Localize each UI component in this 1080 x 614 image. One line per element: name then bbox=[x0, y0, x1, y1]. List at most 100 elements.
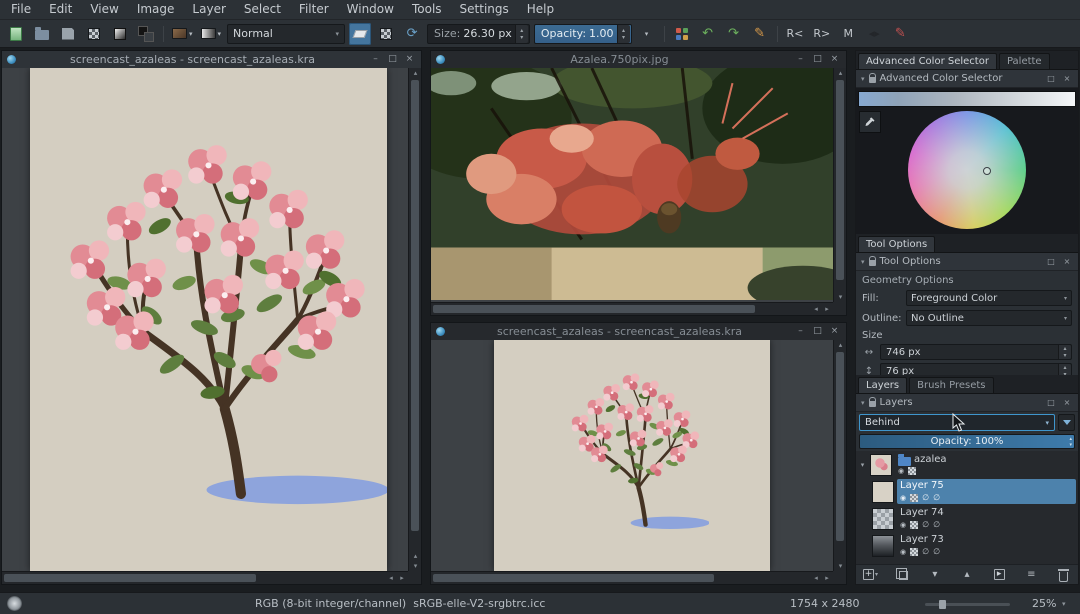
scroll-up-icon[interactable]: ▴ bbox=[834, 68, 846, 78]
brush-size-field[interactable]: Size: 26.30 px ▴▾ bbox=[427, 24, 530, 44]
undo-button[interactable]: ↶ bbox=[697, 23, 719, 45]
layer-blending-mode-combo[interactable]: Behind ▾ bbox=[859, 414, 1055, 431]
color-wheel-selector[interactable] bbox=[983, 167, 991, 175]
menu-select[interactable]: Select bbox=[235, 0, 290, 19]
menu-edit[interactable]: Edit bbox=[40, 0, 81, 19]
alpha-lock-icon[interactable] bbox=[910, 494, 918, 502]
tool-options-header[interactable]: ▾ Tool Options □ × bbox=[856, 253, 1078, 271]
brush-preset-chooser-button[interactable]: ▾ bbox=[170, 23, 195, 45]
scroll-down-icon[interactable]: ▾ bbox=[409, 561, 421, 571]
alpha-lock-icon[interactable] bbox=[910, 548, 918, 556]
window-restore-button[interactable]: □ bbox=[811, 323, 824, 340]
rotate-canvas-left-button[interactable]: R< bbox=[784, 23, 807, 45]
menu-view[interactable]: View bbox=[81, 0, 127, 19]
add-layer-button[interactable]: +▾ bbox=[863, 569, 878, 580]
zoom-caret-icon[interactable]: ▾ bbox=[1062, 600, 1066, 608]
scrollbar-thumb[interactable] bbox=[433, 574, 714, 582]
color-wheel[interactable] bbox=[908, 111, 1026, 229]
window-restore-button[interactable]: □ bbox=[811, 51, 824, 68]
move-layer-down-button[interactable]: ▾ bbox=[927, 569, 942, 580]
eraser-mode-button[interactable] bbox=[349, 23, 371, 45]
fill-combo[interactable]: Foreground Color ▾ bbox=[906, 290, 1072, 306]
layer-filter-button[interactable] bbox=[1058, 414, 1075, 431]
scrollbar-thumb[interactable] bbox=[433, 305, 755, 313]
height-stepper[interactable]: ▴▾ bbox=[1058, 364, 1071, 375]
brush-size-stepper[interactable]: ▴▾ bbox=[515, 25, 528, 43]
paintbrush-icon-button[interactable]: ✎ bbox=[749, 23, 771, 45]
alpha-inherit-icon[interactable]: ∅ bbox=[922, 548, 929, 556]
height-spinbox[interactable]: 76 px ▴▾ bbox=[880, 363, 1072, 375]
float-docker-button[interactable]: □ bbox=[1045, 74, 1057, 83]
close-docker-button[interactable]: × bbox=[1061, 74, 1073, 83]
layer-opacity-slider[interactable]: Opacity: 100% ▴▾ bbox=[859, 434, 1075, 449]
close-docker-button[interactable]: × bbox=[1061, 398, 1073, 407]
color-docker-header[interactable]: ▾ Advanced Color Selector □ × bbox=[856, 70, 1078, 88]
layer-row[interactable]: Layer 73 ◉ ∅ ∅ bbox=[870, 532, 1078, 559]
brush-preview-icon[interactable] bbox=[7, 596, 22, 611]
scrollbar-thumb[interactable] bbox=[411, 80, 419, 531]
window-restore-button[interactable]: □ bbox=[386, 51, 399, 68]
layer-properties-button[interactable]: ≡ bbox=[1024, 569, 1039, 580]
layer-row[interactable]: Layer 75 ◉ ∅ ∅ bbox=[870, 478, 1078, 505]
brush-opacity-field[interactable]: Opacity: 1.00 ▴▾ bbox=[534, 24, 632, 44]
workspace-chooser-button[interactable] bbox=[671, 23, 693, 45]
layer-visibility-icon[interactable]: ◉ bbox=[900, 494, 906, 502]
blending-mode-combo[interactable]: Normal ▾ bbox=[227, 24, 345, 44]
horizontal-scrollbar[interactable]: ◂ ▸ bbox=[431, 571, 833, 584]
vertical-scrollbar[interactable]: ▴ ▾ bbox=[833, 68, 846, 302]
lock-icon[interactable] bbox=[869, 260, 876, 266]
layer-group-name[interactable]: azalea bbox=[914, 454, 947, 466]
width-stepper[interactable]: ▴▾ bbox=[1058, 345, 1071, 359]
canvas[interactable] bbox=[30, 68, 387, 571]
layer-visibility-icon[interactable]: ◉ bbox=[900, 548, 906, 556]
zoom-level-text[interactable]: 25% bbox=[1032, 597, 1056, 610]
zoom-slider-handle[interactable] bbox=[939, 600, 946, 609]
azalea-photo[interactable] bbox=[431, 68, 833, 300]
scroll-left-icon[interactable]: ◂ bbox=[811, 304, 821, 314]
scroll-left-icon[interactable]: ◂ bbox=[811, 573, 821, 583]
scrollbar-thumb[interactable] bbox=[4, 574, 256, 582]
move-layer-up-button[interactable]: ▴ bbox=[959, 569, 974, 580]
layer-thumbnail[interactable] bbox=[872, 535, 894, 557]
alpha-disabled-icon[interactable]: ∅ bbox=[933, 521, 940, 529]
scrollbar-thumb[interactable] bbox=[836, 80, 844, 280]
layer-opacity-stepper[interactable]: ▴▾ bbox=[1069, 435, 1072, 448]
tab-brush-presets[interactable]: Brush Presets bbox=[909, 377, 993, 393]
menu-tools[interactable]: Tools bbox=[403, 0, 451, 19]
alpha-lock-icon[interactable] bbox=[908, 467, 916, 475]
redo-button[interactable]: ↷ bbox=[723, 23, 745, 45]
brush-option-caret-button[interactable]: ▾ bbox=[636, 23, 658, 45]
width-spinbox[interactable]: 746 px ▴▾ bbox=[880, 344, 1072, 360]
fill-gradient-chooser-button[interactable]: ▾ bbox=[199, 23, 224, 45]
mirror-canvas-button[interactable]: M bbox=[837, 23, 859, 45]
lock-icon[interactable] bbox=[869, 401, 876, 407]
canvas[interactable] bbox=[494, 340, 770, 571]
scroll-left-icon[interactable]: ◂ bbox=[386, 573, 396, 583]
scroll-up-icon[interactable]: ▴ bbox=[409, 68, 421, 78]
window-close-button[interactable]: × bbox=[828, 323, 841, 340]
window-minimize-button[interactable]: – bbox=[369, 51, 382, 68]
scroll-right-icon[interactable]: ▸ bbox=[822, 304, 832, 314]
alpha-inherit-icon[interactable]: ∅ bbox=[922, 494, 929, 502]
menu-help[interactable]: Help bbox=[518, 0, 563, 19]
menu-image[interactable]: Image bbox=[128, 0, 184, 19]
scroll-up-icon[interactable]: ▴ bbox=[409, 551, 421, 561]
collapse-caret-icon[interactable]: ▾ bbox=[861, 75, 865, 83]
layer-visibility-icon[interactable]: ◉ bbox=[900, 521, 906, 529]
layer-import-button[interactable]: ▸ bbox=[992, 569, 1007, 580]
close-docker-button[interactable]: × bbox=[1061, 257, 1073, 266]
alpha-inherit-icon[interactable]: ∅ bbox=[922, 521, 929, 529]
outline-combo[interactable]: No Outline ▾ bbox=[906, 310, 1072, 326]
alpha-lock-icon[interactable] bbox=[910, 521, 918, 529]
window-close-button[interactable]: × bbox=[403, 51, 416, 68]
menu-window[interactable]: Window bbox=[338, 0, 403, 19]
alpha-disabled-icon[interactable]: ∅ bbox=[933, 494, 940, 502]
scrollbar-thumb[interactable] bbox=[836, 352, 844, 541]
shade-gradient-strip[interactable] bbox=[858, 91, 1076, 107]
window-minimize-button[interactable]: – bbox=[794, 51, 807, 68]
menu-settings[interactable]: Settings bbox=[451, 0, 518, 19]
red-brush-icon-button[interactable]: ✎ bbox=[889, 23, 911, 45]
scroll-down-icon[interactable]: ▾ bbox=[834, 292, 846, 302]
new-document-button[interactable] bbox=[5, 23, 27, 45]
menu-filter[interactable]: Filter bbox=[290, 0, 338, 19]
